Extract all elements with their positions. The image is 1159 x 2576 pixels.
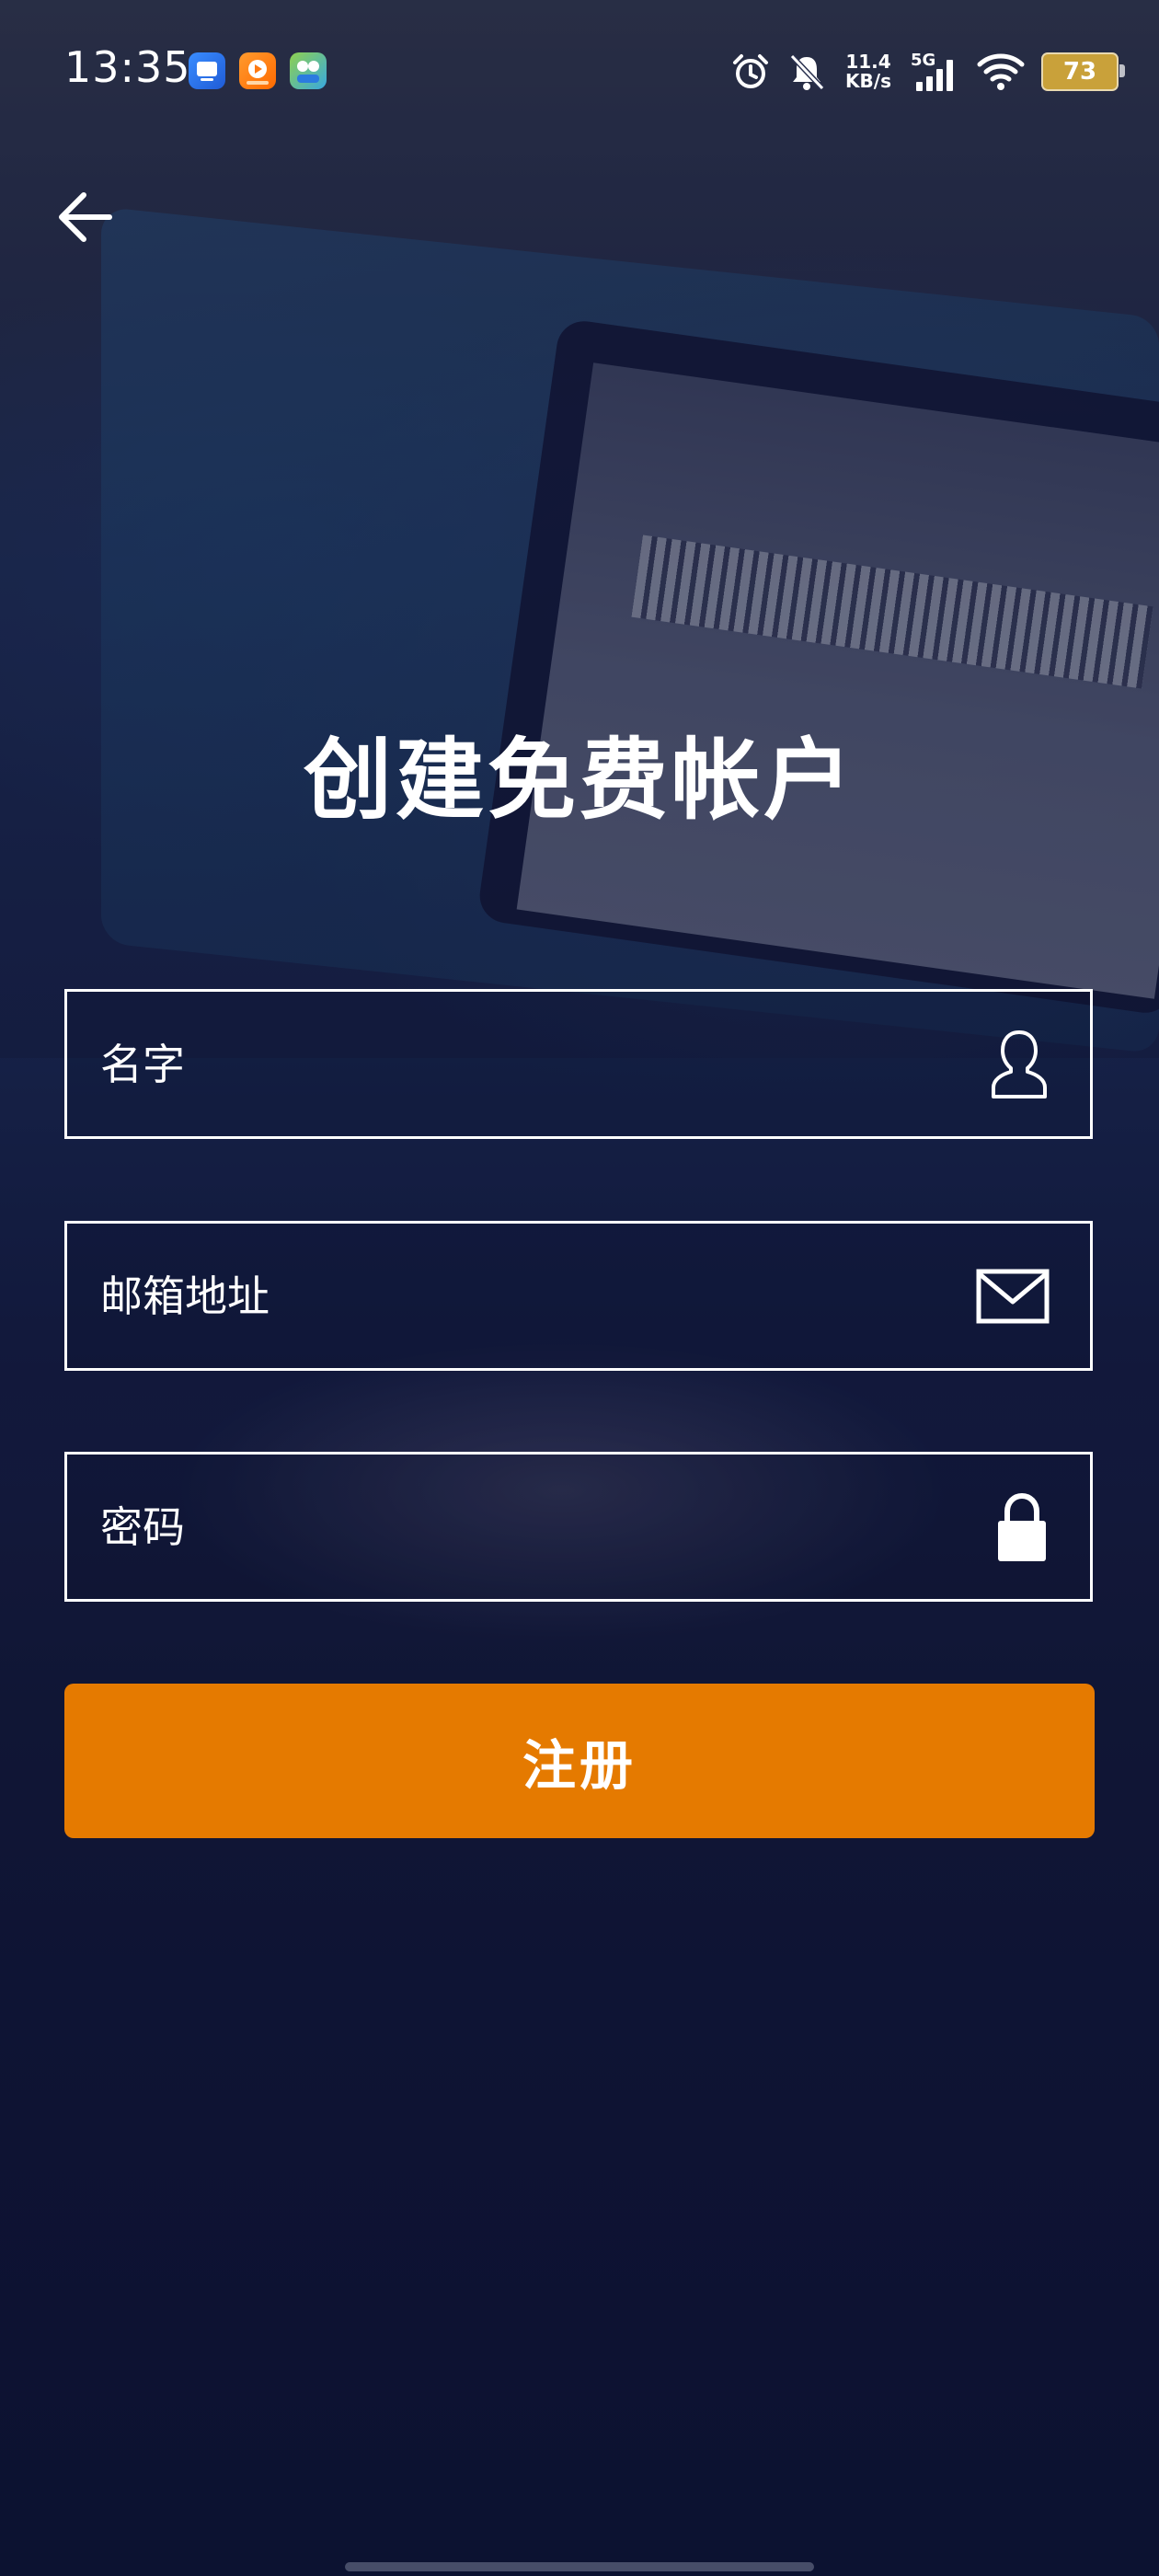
lock-icon [994,1489,1050,1565]
name-field[interactable] [64,989,1093,1139]
back-button[interactable] [52,184,118,250]
status-time: 13:35 [64,42,191,92]
net-speed-unit: KB/s [845,70,891,92]
battery-icon: 73 [1041,52,1125,91]
game-app-icon [290,52,327,89]
video-app-icon [239,52,276,89]
password-field[interactable] [64,1452,1093,1602]
envelope-icon [976,1269,1050,1324]
email-field[interactable] [64,1221,1093,1371]
status-bar: 13:35 11.4 KB/s 5G 73 [0,0,1159,138]
net-speed: 11.4 KB/s [843,52,894,91]
signal-icon: 5G [911,49,960,95]
person-icon [989,1029,1050,1100]
mute-bell-icon [787,52,826,92]
name-input[interactable] [100,992,928,1136]
password-input[interactable] [100,1455,928,1599]
net-speed-value: 11.4 [845,51,891,73]
alarm-icon [730,52,771,92]
page-title: 创建免费帐户 [304,729,855,832]
battery-level: 73 [1062,58,1097,86]
home-indicator[interactable] [345,2562,814,2571]
email-input[interactable] [100,1224,928,1368]
wifi-icon [977,52,1025,92]
blue-app-icon [189,52,225,89]
arrow-left-icon [59,192,112,242]
status-indicators: 11.4 KB/s 5G 73 [730,46,1125,98]
register-button[interactable]: 注册 [64,1684,1095,1838]
